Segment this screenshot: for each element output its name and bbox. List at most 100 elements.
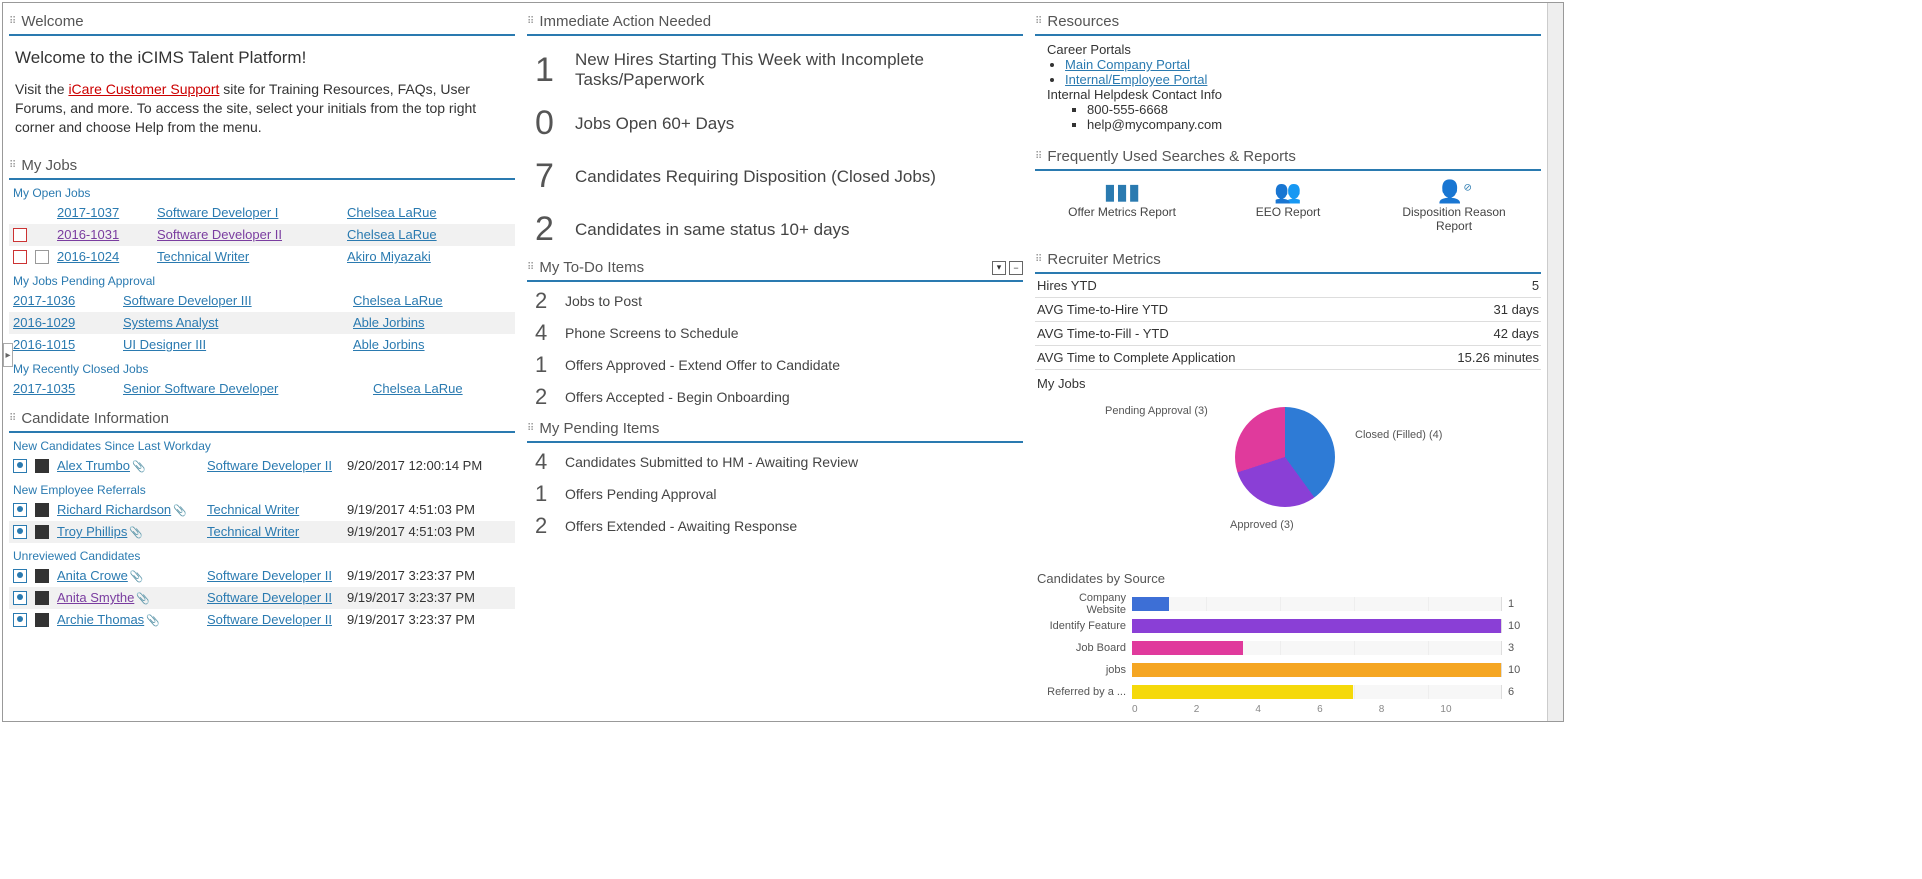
grip-icon[interactable]: ⠿: [1035, 16, 1041, 27]
grip-icon[interactable]: ⠿: [9, 160, 15, 171]
panel-header-pending: ⠿ My Pending Items: [527, 416, 1023, 443]
stat-text: Candidates in same status 10+ days: [575, 220, 850, 240]
candidate-link[interactable]: Anita Crowe: [57, 568, 128, 583]
expand-sidebar-handle[interactable]: ▸: [3, 343, 13, 367]
job-code-link[interactable]: 2016-1031: [57, 227, 119, 242]
pie-label-approved: Approved (3): [1230, 519, 1294, 531]
pdf-icon[interactable]: [13, 250, 27, 264]
attachment-icon[interactable]: 📎: [130, 570, 144, 583]
job-title-link[interactable]: Senior Software Developer: [123, 381, 278, 396]
job-title-link[interactable]: Systems Analyst: [123, 315, 218, 330]
collapse-icon[interactable]: −: [1009, 261, 1023, 275]
stat-row[interactable]: 4 Candidates Submitted to HM - Awaiting …: [527, 443, 1023, 475]
pdf-icon[interactable]: [13, 228, 27, 242]
table-row: Anita Crowe📎 Software Developer II 9/19/…: [9, 565, 515, 587]
stat-row[interactable]: 2 Offers Extended - Awaiting Response: [527, 507, 1023, 539]
candidate-job-link[interactable]: Software Developer II: [207, 568, 332, 583]
offer-metrics-report-link[interactable]: ▮▮▮ Offer Metrics Report: [1062, 179, 1182, 233]
job-title-link[interactable]: Software Developer I: [157, 205, 278, 220]
job-owner-link[interactable]: Able Jorbins: [353, 315, 425, 330]
job-code-link[interactable]: 2016-1029: [13, 315, 75, 330]
main-portal-link[interactable]: Main Company Portal: [1065, 57, 1190, 72]
my-jobs-pie-chart: Pending Approval (3) Closed (Filled) (4)…: [1035, 397, 1541, 567]
candidate-link[interactable]: Alex Trumbo: [57, 458, 130, 473]
profile-icon[interactable]: [13, 613, 27, 627]
grip-icon[interactable]: ⠿: [527, 423, 533, 434]
job-owner-link[interactable]: Chelsea LaRue: [347, 205, 437, 220]
candidate-link[interactable]: Archie Thomas: [57, 612, 144, 627]
job-code-link[interactable]: 2016-1015: [13, 337, 75, 352]
stat-row[interactable]: 0 Jobs Open 60+ Days: [527, 90, 1023, 143]
job-title-link[interactable]: Technical Writer: [157, 249, 249, 264]
film-icon[interactable]: [35, 591, 49, 605]
job-title-link[interactable]: Software Developer III: [123, 293, 252, 308]
stat-text: Offers Extended - Awaiting Response: [565, 518, 797, 534]
profile-icon[interactable]: [13, 525, 27, 539]
grip-icon[interactable]: ⠿: [527, 262, 533, 273]
profile-icon[interactable]: [13, 503, 27, 517]
document-icon[interactable]: [35, 250, 49, 264]
attachment-icon[interactable]: 📎: [136, 592, 150, 605]
candidate-job-link[interactable]: Technical Writer: [207, 524, 299, 539]
table-row: Alex Trumbo📎 Software Developer II 9/20/…: [9, 455, 515, 477]
attachment-icon[interactable]: 📎: [173, 504, 187, 517]
job-title-link[interactable]: UI Designer III: [123, 337, 206, 352]
internal-portal-link[interactable]: Internal/Employee Portal: [1065, 72, 1207, 87]
vertical-scrollbar[interactable]: [1547, 3, 1563, 721]
stat-row[interactable]: 1 Offers Approved - Extend Offer to Cand…: [527, 346, 1023, 378]
open-jobs-table: 2017-1037 Software Developer I Chelsea L…: [9, 202, 515, 268]
profile-icon[interactable]: [13, 569, 27, 583]
bar-category: jobs: [1037, 664, 1132, 676]
icare-support-link[interactable]: iCare Customer Support: [68, 81, 219, 97]
stat-number: 7: [535, 157, 565, 196]
job-code-link[interactable]: 2016-1024: [57, 249, 119, 264]
stat-row[interactable]: 1 Offers Pending Approval: [527, 475, 1023, 507]
film-icon[interactable]: [35, 613, 49, 627]
job-owner-link[interactable]: Chelsea LaRue: [347, 227, 437, 242]
candidate-job-link[interactable]: Software Developer II: [207, 458, 332, 473]
film-icon[interactable]: [35, 503, 49, 517]
candidate-job-link[interactable]: Software Developer II: [207, 590, 332, 605]
attachment-icon[interactable]: 📎: [146, 614, 160, 627]
dropdown-icon[interactable]: ▾: [992, 261, 1006, 275]
stat-row[interactable]: 2 Offers Accepted - Begin Onboarding: [527, 378, 1023, 410]
bar-value: 10: [1508, 664, 1520, 676]
job-owner-link[interactable]: Able Jorbins: [353, 337, 425, 352]
stat-row[interactable]: 2 Jobs to Post: [527, 282, 1023, 314]
film-icon[interactable]: [35, 459, 49, 473]
stat-row[interactable]: 2 Candidates in same status 10+ days: [527, 196, 1023, 249]
job-title-link[interactable]: Software Developer II: [157, 227, 282, 242]
stat-row[interactable]: 7 Candidates Requiring Disposition (Clos…: [527, 143, 1023, 196]
pending-jobs-table: 2017-1036 Software Developer III Chelsea…: [9, 290, 515, 356]
attachment-icon[interactable]: 📎: [129, 526, 143, 539]
job-owner-link[interactable]: Chelsea LaRue: [373, 381, 463, 396]
grip-icon[interactable]: ⠿: [1035, 254, 1041, 265]
job-code-link[interactable]: 2017-1035: [13, 381, 75, 396]
axis-tick: 8: [1379, 704, 1441, 715]
candidate-job-link[interactable]: Software Developer II: [207, 612, 332, 627]
stat-number: 0: [535, 104, 565, 143]
stat-row[interactable]: 1 New Hires Starting This Week with Inco…: [527, 36, 1023, 90]
disposition-report-link[interactable]: 👤⊘ Disposition Reason Report: [1394, 179, 1514, 233]
bar-row: Job Board 3: [1037, 638, 1539, 658]
candidate-link[interactable]: Richard Richardson: [57, 502, 171, 517]
stat-row[interactable]: 4 Phone Screens to Schedule: [527, 314, 1023, 346]
profile-icon[interactable]: [13, 591, 27, 605]
job-code-link[interactable]: 2017-1037: [57, 205, 119, 220]
job-code-link[interactable]: 2017-1036: [13, 293, 75, 308]
job-owner-link[interactable]: Chelsea LaRue: [353, 293, 443, 308]
profile-icon[interactable]: [13, 459, 27, 473]
film-icon[interactable]: [35, 525, 49, 539]
candidate-link[interactable]: Anita Smythe: [57, 590, 134, 605]
grip-icon[interactable]: ⠿: [527, 16, 533, 27]
new-candidates-table: Alex Trumbo📎 Software Developer II 9/20/…: [9, 455, 515, 477]
job-owner-link[interactable]: Akiro Miyazaki: [347, 249, 431, 264]
film-icon[interactable]: [35, 569, 49, 583]
candidate-job-link[interactable]: Technical Writer: [207, 502, 299, 517]
grip-icon[interactable]: ⠿: [9, 16, 15, 27]
eeo-report-link[interactable]: 👥 EEO Report: [1228, 179, 1348, 233]
candidate-link[interactable]: Troy Phillips: [57, 524, 127, 539]
attachment-icon[interactable]: 📎: [132, 460, 146, 473]
grip-icon[interactable]: ⠿: [1035, 151, 1041, 162]
grip-icon[interactable]: ⠿: [9, 413, 15, 424]
